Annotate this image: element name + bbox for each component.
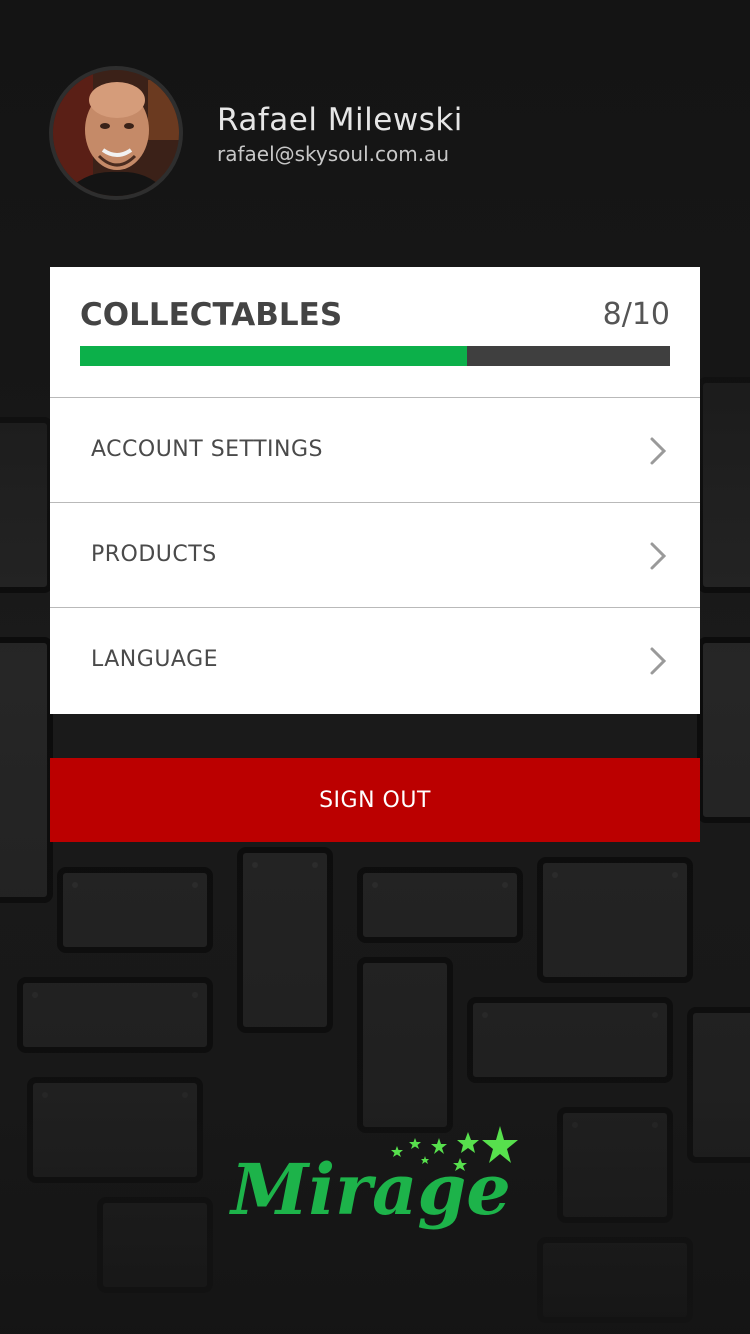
menu-item-products[interactable]: PRODUCTS	[50, 503, 700, 608]
collectables-count: 8/10	[602, 297, 670, 332]
chevron-right-icon	[650, 437, 667, 465]
menu-item-account-settings[interactable]: ACCOUNT SETTINGS	[50, 398, 700, 503]
avatar[interactable]	[49, 66, 183, 200]
sign-out-button[interactable]: SIGN OUT	[50, 758, 700, 842]
user-email: rafael@skysoul.com.au	[217, 142, 450, 166]
menu-item-label: PRODUCTS	[91, 542, 217, 567]
menu-item-label: LANGUAGE	[91, 647, 219, 672]
profile-header: Rafael Milewski rafael@skysoul.com.au	[49, 66, 689, 202]
collectables-progress-bar	[80, 346, 670, 366]
mirage-logo: Mirage	[229, 1126, 518, 1231]
collectables-section: COLLECTABLES 8/10	[50, 267, 700, 398]
user-name: Rafael Milewski	[217, 102, 463, 138]
account-card: COLLECTABLES 8/10 ACCOUNT SETTINGS PRODU…	[50, 267, 700, 714]
avatar-image	[53, 70, 179, 196]
menu-item-language[interactable]: LANGUAGE	[50, 608, 700, 713]
collectables-title: COLLECTABLES	[80, 297, 343, 333]
collectables-progress-fill	[80, 346, 468, 366]
logo-text: Mirage	[229, 1148, 511, 1231]
chevron-right-icon	[650, 647, 667, 675]
menu-item-label: ACCOUNT SETTINGS	[91, 437, 324, 462]
chevron-right-icon	[650, 542, 667, 570]
